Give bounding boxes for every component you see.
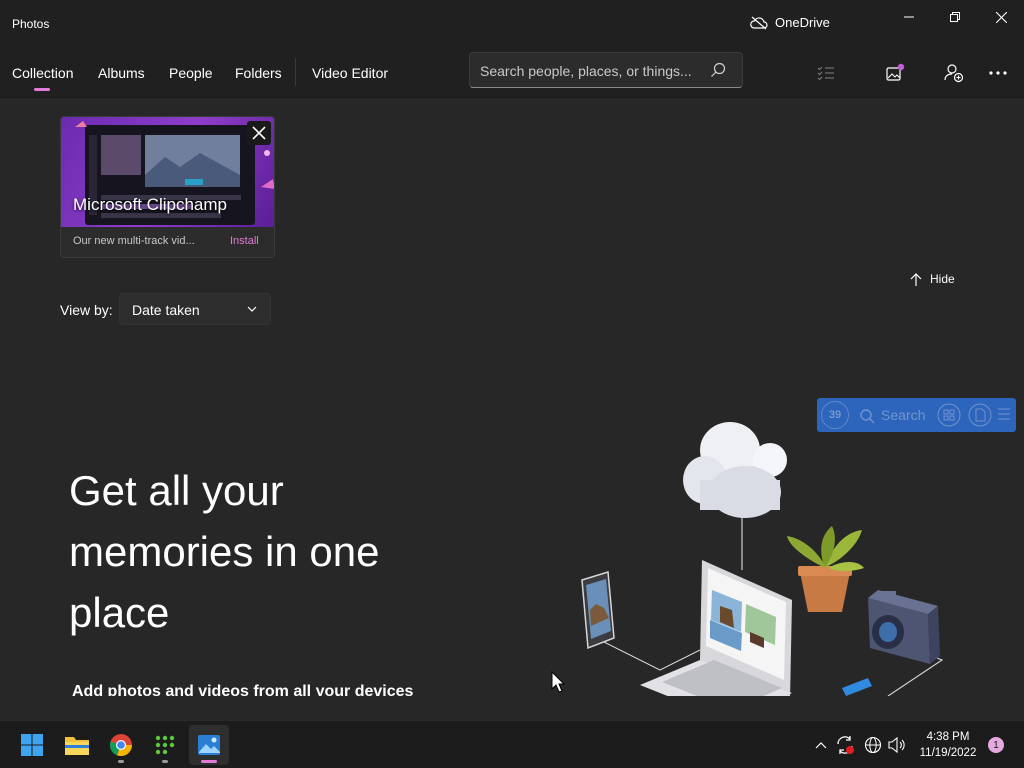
nav-bar: Collection Albums People Folders Video E…	[0, 48, 1024, 98]
usb-drive-icon	[842, 678, 872, 696]
tab-albums[interactable]: Albums	[98, 65, 145, 81]
taskbar-chrome[interactable]	[101, 725, 141, 765]
onedrive-label: OneDrive	[775, 15, 830, 30]
search-icon[interactable]	[710, 62, 726, 78]
hero-line-3: place	[69, 589, 170, 636]
file-explorer-icon	[65, 737, 89, 755]
grid-icon[interactable]	[937, 403, 961, 427]
more-options-button[interactable]	[986, 61, 1010, 85]
taskbar-file-explorer[interactable]	[57, 725, 97, 765]
devices-illustration	[581, 422, 944, 696]
app-grid-icon	[155, 735, 175, 755]
camera-icon	[868, 590, 940, 664]
nav-divider	[295, 58, 296, 86]
checklist-icon	[817, 66, 834, 81]
taskbar: 4:38 PM 11/19/2022 1	[0, 720, 1024, 768]
onedrive-status[interactable]: OneDrive	[750, 15, 830, 30]
show-hidden-icons-button[interactable]	[811, 735, 831, 755]
hero-heading: Get all your memories in one place	[69, 460, 489, 643]
running-indicator	[118, 760, 124, 763]
active-app-indicator	[201, 760, 217, 763]
search-icon	[860, 409, 875, 424]
hero-line-1: Get all your	[69, 467, 284, 514]
clock-time: 4:38 PM	[926, 731, 970, 743]
app-title: Photos	[12, 17, 50, 31]
start-icon	[21, 734, 43, 756]
hero-subtitle: Add photos and videos from all your devi…	[72, 683, 414, 696]
close-button[interactable]	[978, 0, 1024, 34]
more-icon	[989, 71, 1007, 75]
menu-icon[interactable]	[997, 407, 1011, 421]
globe-icon	[864, 736, 882, 754]
notification-badge[interactable]: 1	[988, 737, 1004, 753]
sync-error-icon	[837, 736, 854, 754]
close-icon	[995, 11, 1007, 23]
phone-icon	[581, 571, 615, 650]
taskbar-dot-app[interactable]	[145, 725, 185, 765]
minimize-icon	[904, 16, 914, 18]
network-button[interactable]	[863, 735, 883, 755]
import-button[interactable]	[883, 61, 907, 85]
chrome-icon	[109, 734, 133, 757]
restore-icon	[950, 12, 960, 22]
document-icon[interactable]	[968, 403, 992, 427]
cloud-off-icon	[750, 16, 768, 29]
search-input[interactable]	[480, 61, 705, 81]
laptop-icon	[640, 560, 792, 696]
title-bar: Photos OneDrive	[0, 0, 1024, 48]
restore-button[interactable]	[932, 0, 978, 34]
account-button[interactable]	[942, 61, 966, 85]
sync-status-button[interactable]	[835, 735, 855, 755]
volume-button[interactable]	[887, 735, 907, 755]
import-photo-icon	[886, 63, 905, 81]
tab-people[interactable]: People	[169, 65, 213, 81]
plant-icon	[787, 526, 864, 612]
hero-line-2: memories in one	[69, 528, 380, 575]
floating-search-widget[interactable]: 39 Search	[817, 398, 1016, 432]
cloud-icon	[683, 422, 787, 518]
widget-search-label[interactable]: Search	[881, 407, 925, 423]
select-items-button[interactable]	[814, 61, 838, 85]
mouse-cursor-icon	[551, 671, 565, 693]
chevron-up-icon	[815, 742, 827, 749]
tab-collection[interactable]: Collection	[12, 65, 73, 81]
clock-date: 11/19/2022	[919, 747, 977, 759]
add-person-icon	[944, 64, 964, 83]
clock[interactable]: 4:38 PM 11/19/2022	[913, 729, 983, 761]
tab-folders[interactable]: Folders	[235, 65, 282, 81]
photos-icon	[198, 735, 220, 755]
widget-badge: 39	[821, 401, 849, 429]
tab-video-editor[interactable]: Video Editor	[312, 65, 388, 81]
minimize-button[interactable]	[886, 0, 932, 34]
taskbar-photos[interactable]	[189, 725, 229, 765]
running-indicator	[162, 760, 168, 763]
search-box[interactable]	[469, 52, 743, 88]
speaker-icon	[888, 737, 905, 753]
selected-tab-indicator	[34, 88, 50, 91]
content-area: Get all your memories in one place Add p…	[0, 98, 1024, 696]
start-button[interactable]	[12, 725, 52, 765]
